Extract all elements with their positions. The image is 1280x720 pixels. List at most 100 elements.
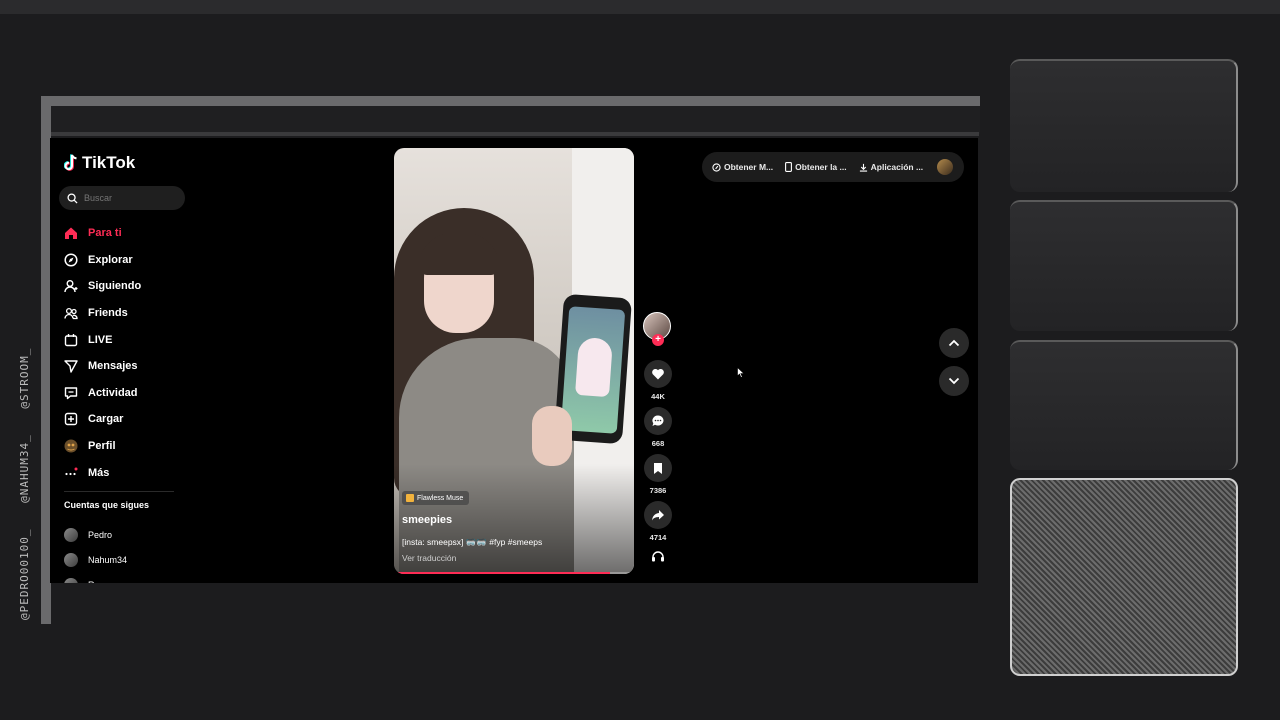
sidebar-item-friends[interactable]: Friends [64,300,141,327]
activity-icon [64,386,78,400]
chevron-down-icon [948,377,960,385]
home-icon [64,226,78,240]
live-icon [64,333,78,347]
following-account-name: Pedro [88,529,113,540]
headphones-icon [652,551,664,562]
compass-icon [64,253,78,267]
mouse-cursor-icon [737,367,745,378]
preview-card-1 [1010,59,1238,192]
avatar [64,552,78,567]
sidebar-nav: Para ti Explorar Siguiendo Friends LIVE [64,220,141,486]
headphones-button[interactable] [644,548,672,564]
like-button[interactable] [644,360,672,388]
top-item-label: Aplicación ... [870,162,924,172]
share-icon [652,510,664,521]
sidebar-item-label: Más [88,466,110,479]
heart-icon [652,369,664,380]
comment-action: 668 [643,407,673,448]
tiktok-logo[interactable]: TikTok [64,153,135,173]
creator-avatar[interactable]: + [643,312,671,346]
avatar [64,527,78,542]
app-name: TikTok [82,153,136,172]
sidebar-item-explorar[interactable]: Explorar [64,247,141,274]
top-item-label: Obtener M... [724,162,774,172]
share-action: 4714 [643,501,673,542]
sidebar-item-actividad[interactable]: Actividad [64,380,141,407]
sidebar-item-label: Mensajes [88,360,138,373]
top-item-label: Obtener la ... [795,162,847,172]
sound-action [643,548,673,564]
sidebar-item-label: Cargar [88,413,124,426]
sidebar-item-label: Para ti [88,227,122,240]
credit-1: @PEDRO00100_ [18,528,31,620]
next-video-button[interactable] [939,366,969,396]
sidebar-item-cargar[interactable]: Cargar [64,406,141,433]
profile-icon [64,439,78,453]
friends-icon [64,306,78,320]
following-list: Pedro Nahum34 Rg [64,522,127,583]
sidebar-item-label: Siguiendo [88,280,142,293]
coin-icon [712,162,721,172]
top-actions-bar: Obtener M... Obtener la ... Aplicación .… [702,152,964,182]
sidebar-divider [64,491,174,492]
following-account[interactable]: Rg [64,572,127,583]
save-button[interactable] [644,454,672,482]
comment-count: 668 [651,439,665,448]
following-heading: Cuentas que sigues [64,500,150,510]
preview-card-2 [1010,200,1238,331]
browser-toolbar [51,132,979,136]
preview-card-3 [1010,340,1238,470]
video-progress-bar[interactable] [394,572,634,574]
following-account-name: Rg [88,580,100,584]
following-account[interactable]: Nahum34 [64,547,127,572]
comment-icon [652,415,664,426]
save-count: 7386 [649,486,667,495]
avatar [64,577,78,583]
effect-badge[interactable]: Flawless Muse [402,491,470,505]
stream-credits: @PEDRO00100_ @NAHUM34_ @STROOM_ [18,330,31,620]
effect-icon [406,494,414,502]
profile-avatar-button[interactable] [937,159,954,175]
search-icon [67,192,78,204]
translate-link[interactable]: Ver traducción [402,553,456,563]
previous-video-button[interactable] [939,328,969,358]
follow-plus-icon[interactable]: + [652,334,664,346]
desktop-app-link[interactable]: Aplicación ... [859,162,923,172]
bookmark-icon [654,462,662,474]
sidebar-item-perfil[interactable]: Perfil [64,433,141,460]
video-actions: + 44K 668 7386 4714 [643,312,673,570]
video-hand [532,406,572,466]
sidebar-item-siguiendo[interactable]: Siguiendo [64,273,141,300]
save-action: 7386 [643,454,673,495]
sidebar-item-para-ti[interactable]: Para ti [64,220,141,247]
background-stripe [0,0,1280,14]
credit-2: @NAHUM34_ [18,434,31,503]
sidebar-item-live[interactable]: LIVE [64,326,141,353]
sidebar-item-mensajes[interactable]: Mensajes [64,353,141,380]
upload-icon [64,412,78,426]
video-progress-fill [394,572,610,574]
send-icon [64,359,78,373]
video-author[interactable]: smeepies [402,514,452,526]
browser-tabstrip [51,106,980,134]
sidebar-item-label: LIVE [88,333,113,346]
get-coins-link[interactable]: Obtener M... [712,162,773,172]
sidebar-item-mas[interactable]: Más [64,459,141,486]
tiktok-page: TikTok Para ti Explorar Siguiendo [50,138,978,583]
following-account-name: Nahum34 [88,554,128,565]
search-bar[interactable] [59,186,185,210]
phone-icon [785,162,793,172]
sidebar-item-label: Perfil [88,440,116,453]
get-app-link[interactable]: Obtener la ... [785,162,847,172]
search-input[interactable] [84,193,174,203]
user-follow-icon [64,279,78,293]
comment-button[interactable] [644,407,672,435]
share-button[interactable] [644,501,672,529]
download-icon [859,163,867,172]
sidebar-item-label: Explorar [88,253,133,266]
following-account[interactable]: Pedro [64,522,127,547]
more-icon [64,466,78,480]
effect-name: Flawless Muse [417,494,464,502]
sidebar-item-label: Actividad [88,386,138,399]
video-player[interactable]: Flawless Muse smeepies [insta: smeepsx] … [394,148,634,574]
